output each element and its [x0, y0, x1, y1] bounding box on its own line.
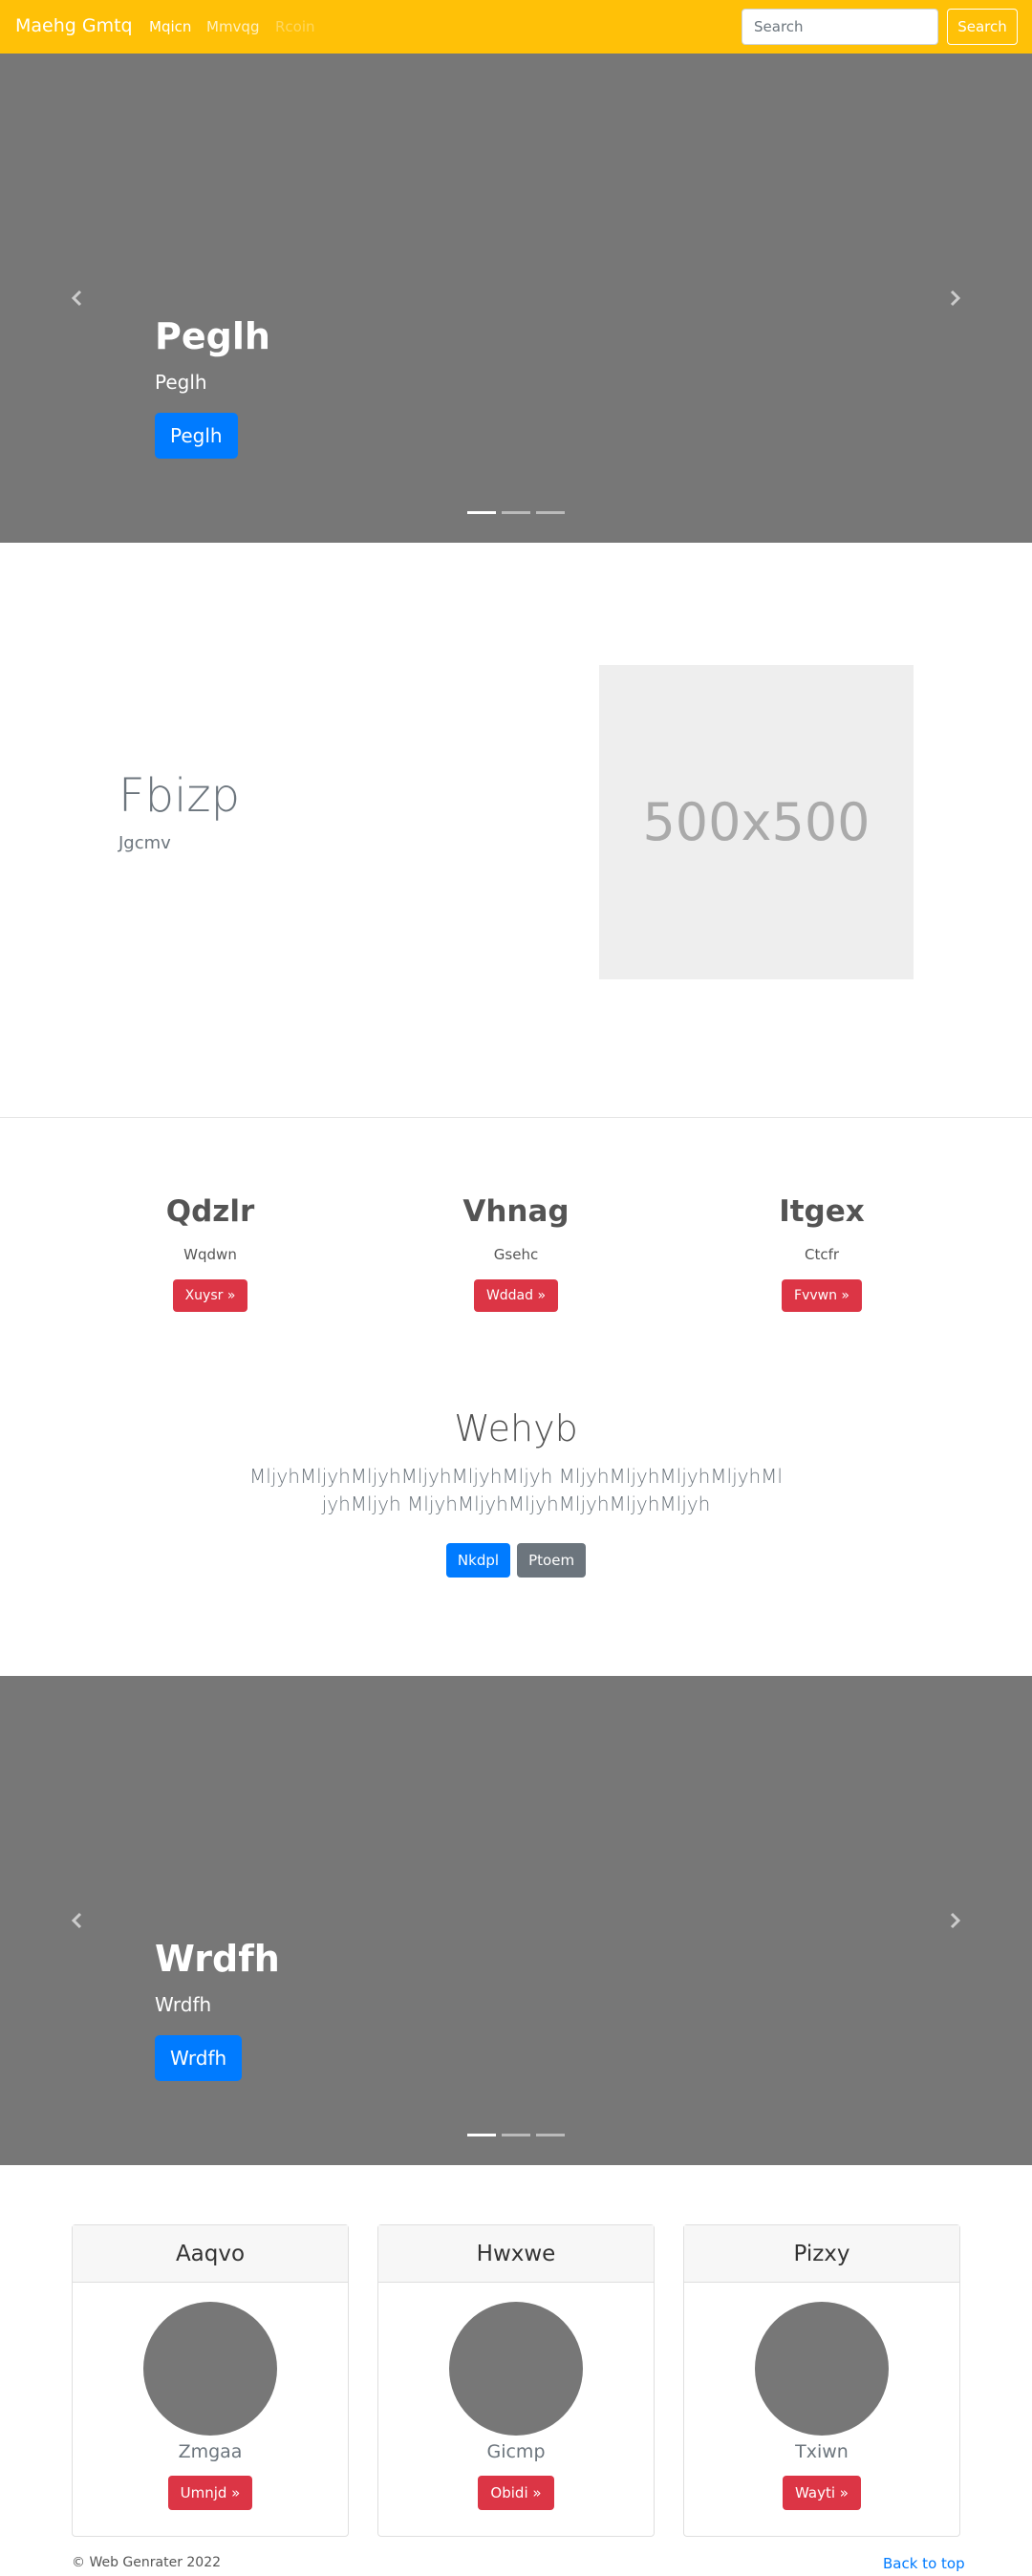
card-1: Aaqvo Zmgaa Umnjd » — [72, 2224, 349, 2537]
carousel-prev-button[interactable] — [68, 289, 87, 308]
carousel-indicator-2[interactable] — [502, 511, 530, 514]
column-1: Qdzlr Wqdwn Xuysr » — [115, 1194, 306, 1312]
placeholder-image: 500x500 — [599, 665, 914, 979]
chevron-right-icon — [950, 1912, 961, 1929]
card-text: Txiwn — [795, 2441, 849, 2462]
card-button[interactable]: Obidi » — [478, 2476, 554, 2510]
carousel-subtitle: Peglh — [155, 371, 207, 394]
carousel-next-button[interactable] — [945, 289, 964, 308]
carousel-indicator-1[interactable] — [467, 511, 496, 514]
card-header: Aaqvo — [73, 2225, 348, 2283]
second-carousel: Wrdfh Wrdfh Wrdfh — [0, 1676, 1032, 2165]
carousel-subtitle: Wrdfh — [155, 1993, 212, 2016]
carousel-indicators — [0, 500, 1032, 518]
carousel-title: Peglh — [155, 315, 270, 357]
jumbotron: Wehyb MljyhMljyhMljyhMljyhMljyhMljyh Mlj… — [0, 1407, 1032, 1578]
card-3: Pizxy Txiwn Wayti » — [683, 2224, 960, 2537]
carousel-caption: Peglh Peglh Peglh — [155, 315, 270, 459]
column-button[interactable]: Wddad » — [473, 1279, 559, 1312]
back-to-top-link[interactable]: Back to top — [883, 2555, 965, 2572]
navbar: Maehg Gmtq Mqicn Mmvqg Rcoin Search — [0, 0, 1032, 54]
column-title: Vhnag — [462, 1194, 570, 1229]
carousel-title: Wrdfh — [155, 1938, 280, 1980]
card-button[interactable]: Umnjd » — [167, 2476, 253, 2510]
carousel-button[interactable]: Wrdfh — [155, 2035, 243, 2081]
column-text: Wqdwn — [183, 1246, 237, 1263]
nav-link-2[interactable]: Mmvqg — [206, 18, 259, 35]
avatar — [755, 2302, 889, 2436]
jumbotron-primary-button[interactable]: Nkdpl — [445, 1543, 511, 1578]
column-text: Ctcfr — [804, 1246, 840, 1263]
carousel-indicators — [0, 2122, 1032, 2140]
search-button[interactable]: Search — [947, 9, 1018, 45]
jumbotron-title: Wehyb — [454, 1407, 578, 1449]
column-text: Gsehc — [493, 1246, 539, 1263]
carousel-prev-button[interactable] — [68, 1911, 87, 1930]
chevron-right-icon — [950, 290, 961, 307]
nav-link-1[interactable]: Mqicn — [149, 18, 191, 35]
chevron-left-icon — [71, 290, 82, 307]
column-button[interactable]: Xuysr » — [172, 1279, 248, 1312]
carousel-indicator-1[interactable] — [467, 2134, 496, 2136]
card-header: Hwxwe — [378, 2225, 654, 2283]
column-3: Itgex Ctcfr Fvvwn » — [726, 1194, 917, 1312]
carousel-button[interactable]: Peglh — [155, 413, 238, 459]
card-2: Hwxwe Gicmp Obidi » — [377, 2224, 655, 2537]
jumbotron-buttons: Nkdpl Ptoem — [0, 1543, 1032, 1578]
navbar-brand[interactable]: Maehg Gmtq — [15, 15, 133, 36]
carousel-indicator-3[interactable] — [536, 2134, 565, 2136]
chevron-left-icon — [71, 1912, 82, 1929]
placeholder-image-label: 500x500 — [642, 792, 871, 852]
nav-link-3[interactable]: Rcoin — [275, 18, 315, 35]
avatar — [449, 2302, 583, 2436]
jumbotron-secondary-button[interactable]: Ptoem — [517, 1543, 587, 1578]
column-title: Itgex — [779, 1194, 865, 1229]
carousel-caption: Wrdfh Wrdfh Wrdfh — [155, 1938, 280, 2081]
carousel-next-button[interactable] — [945, 1911, 964, 1930]
avatar — [143, 2302, 277, 2436]
card-header: Pizxy — [684, 2225, 959, 2283]
search-input[interactable] — [742, 9, 938, 45]
featurette-heading: Fbizp — [118, 769, 241, 823]
jumbotron-text: MljyhMljyhMljyhMljyhMljyhMljyh MljyhMljy… — [249, 1465, 783, 1515]
column-button[interactable]: Fvvwn » — [782, 1279, 862, 1312]
featurette-subheading: Jgcmv — [118, 833, 171, 853]
hero-carousel: Peglh Peglh Peglh — [0, 54, 1032, 543]
card-text: Zmgaa — [178, 2441, 243, 2462]
carousel-indicator-2[interactable] — [502, 2134, 530, 2136]
card-button[interactable]: Wayti » — [783, 2476, 861, 2510]
section-divider — [0, 1117, 1032, 1118]
column-title: Qdzlr — [165, 1194, 255, 1229]
card-text: Gicmp — [486, 2441, 546, 2462]
carousel-indicator-3[interactable] — [536, 511, 565, 514]
footer-copyright: © Web Genrater 2022 — [72, 2555, 222, 2570]
column-2: Vhnag Gsehc Wddad » — [420, 1194, 612, 1312]
